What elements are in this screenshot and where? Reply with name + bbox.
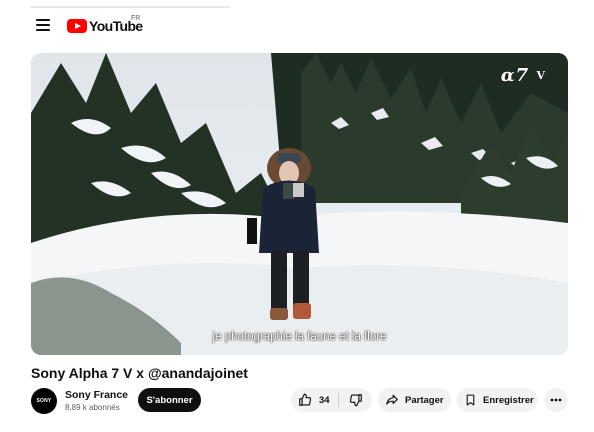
share-arrow-icon	[385, 393, 399, 407]
youtube-play-icon	[67, 19, 87, 33]
save-label: Enregistrer	[483, 394, 534, 406]
save-button[interactable]: Enregistrer	[457, 388, 538, 412]
menu-button[interactable]	[36, 19, 50, 31]
camera-brand-mark: α7 V	[500, 65, 546, 86]
thumbs-down-icon	[349, 393, 363, 407]
more-horizontal-icon	[550, 398, 562, 402]
video-caption: je photographie la faune et la flore	[212, 331, 387, 343]
video-title: Sony Alpha 7 V x @anandajoinet	[31, 365, 248, 381]
video-frame	[31, 53, 568, 355]
dislike-button[interactable]	[339, 388, 372, 412]
share-button[interactable]: Partager	[378, 388, 451, 412]
top-divider	[30, 6, 230, 8]
like-dislike-group: 34	[291, 388, 372, 412]
like-count: 34	[319, 394, 330, 406]
video-player[interactable]: α7 V je photographie la faune et la flor…	[31, 53, 568, 355]
menu-icon	[36, 19, 50, 31]
country-code: FR	[131, 15, 141, 22]
subscribe-button[interactable]: S'abonner	[138, 388, 201, 412]
channel-row: SONY Sony France 8,89 k abonnés S'abonne…	[31, 386, 568, 416]
more-actions-button[interactable]	[544, 388, 568, 412]
share-label: Partager	[405, 394, 444, 406]
thumbs-up-icon	[298, 393, 312, 407]
channel-name[interactable]: Sony France	[65, 389, 128, 401]
like-button[interactable]: 34	[291, 388, 338, 412]
channel-avatar[interactable]: SONY	[31, 388, 57, 414]
subscriber-count: 8,89 k abonnés	[65, 403, 120, 412]
bookmark-icon	[464, 393, 477, 407]
masthead: YouTube FR	[0, 10, 594, 44]
